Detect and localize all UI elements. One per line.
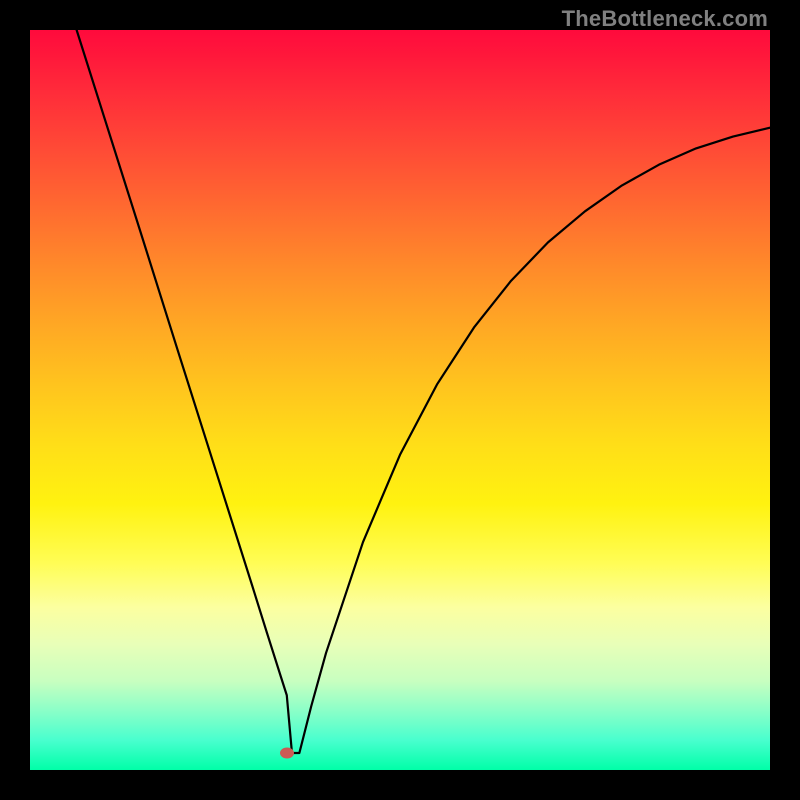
optimal-point-marker bbox=[280, 747, 294, 758]
curve-svg bbox=[30, 30, 770, 770]
bottleneck-curve bbox=[77, 30, 770, 753]
watermark-text: TheBottleneck.com bbox=[562, 6, 768, 32]
plot-area bbox=[30, 30, 770, 770]
chart-frame: TheBottleneck.com bbox=[0, 0, 800, 800]
